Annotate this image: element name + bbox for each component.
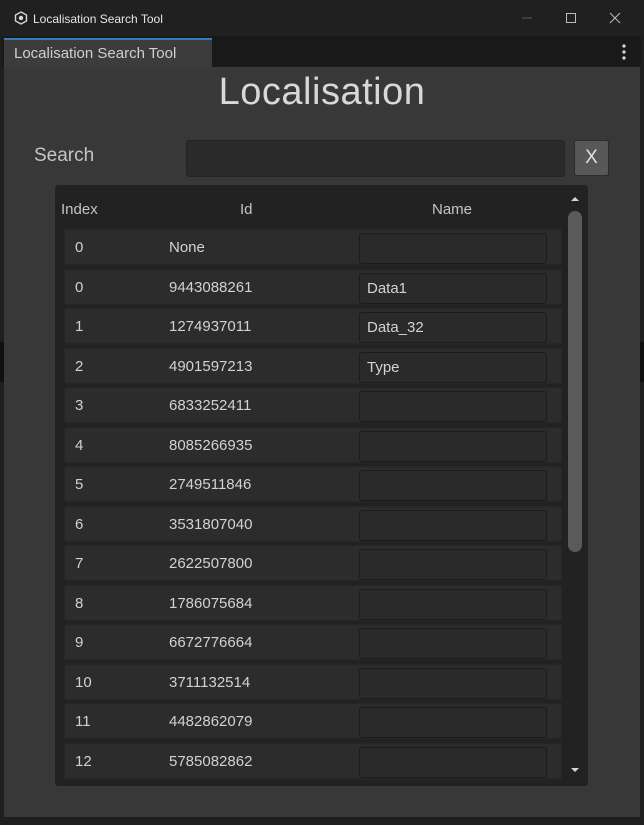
page-title: Localisation — [218, 71, 426, 113]
search-label: Search — [34, 145, 95, 166]
scrollbar-thumb[interactable] — [568, 211, 582, 552]
row-index: 9 — [75, 634, 84, 651]
name-field[interactable] — [359, 470, 547, 501]
row-id: 5785082862 — [169, 752, 253, 770]
row-id: 4482862079 — [169, 713, 253, 730]
row-id: 3531807040 — [169, 515, 253, 533]
triangle-up-icon[interactable] — [569, 195, 581, 203]
table-row: 11 4482862079 — [64, 703, 562, 739]
table-row: 3 6833252411 — [64, 387, 562, 423]
name-field[interactable] — [359, 588, 547, 620]
table-row: 10 3711132514 — [64, 663, 562, 700]
maximize-button[interactable] — [548, 4, 594, 32]
column-header-name: Name — [432, 201, 473, 218]
tab-label: Localisation Search Tool — [14, 45, 177, 62]
editor-edge-left — [0, 342, 4, 382]
search-input[interactable] — [186, 140, 565, 177]
table-row: 8 1786075684 — [64, 584, 562, 621]
row-id: 9443088261 — [169, 278, 253, 296]
maximize-icon — [566, 13, 576, 23]
editor-edge-right — [640, 342, 644, 382]
row-index: 11 — [75, 713, 91, 730]
kebab-menu-icon[interactable] — [616, 42, 632, 62]
row-index: 10 — [75, 673, 92, 691]
close-icon — [609, 12, 621, 24]
table-rows: 0 None 0 9443088261 Data1 1 1274937011 Data_32 2… — [55, 226, 565, 782]
row-index: 2 — [75, 357, 84, 375]
name-field[interactable] — [359, 667, 547, 699]
name-field[interactable] — [359, 509, 547, 541]
window-title: Localisation Search Tool — [33, 12, 163, 26]
row-index: 4 — [75, 436, 84, 454]
row-id: 1274937011 — [169, 318, 252, 335]
name-field[interactable] — [359, 707, 547, 738]
row-index: 3 — [75, 397, 84, 414]
triangle-down-icon[interactable] — [569, 766, 581, 774]
row-id: 3711132514 — [169, 673, 251, 691]
table-row: 9 6672776664 — [64, 624, 562, 660]
name-field[interactable] — [359, 549, 547, 580]
minimize-button[interactable] — [504, 4, 550, 32]
table-row: 1 1274937011 Data_32 — [64, 308, 562, 344]
row-id: 6672776664 — [169, 634, 253, 651]
table-row: 7 2622507800 — [64, 545, 562, 581]
row-id: 1786075684 — [169, 594, 253, 612]
name-field[interactable] — [359, 233, 547, 264]
name-field[interactable]: Type — [359, 351, 547, 383]
table-row: 6 3531807040 — [64, 505, 562, 542]
row-index: 0 — [75, 278, 84, 296]
clear-search-button[interactable]: X — [574, 140, 609, 176]
name-field[interactable] — [359, 430, 547, 462]
table-row: 5 2749511846 — [64, 466, 562, 502]
table-row: 0 9443088261 Data1 — [64, 268, 562, 305]
row-index: 1 — [75, 318, 84, 335]
unity-icon — [14, 11, 28, 25]
row-id: 2749511846 — [169, 476, 252, 493]
name-field[interactable] — [359, 628, 547, 659]
table-row: 4 8085266935 — [64, 426, 562, 463]
name-field[interactable]: Data1 — [359, 272, 547, 304]
minimize-icon — [522, 17, 532, 19]
row-index: 5 — [75, 476, 84, 493]
row-index: 6 — [75, 515, 84, 533]
row-index: 0 — [75, 239, 84, 256]
row-index: 7 — [75, 555, 84, 572]
row-id: None — [169, 239, 205, 256]
row-id: 4901597213 — [169, 357, 253, 375]
column-header-id: Id — [240, 201, 253, 218]
close-button[interactable] — [592, 4, 638, 32]
row-id: 6833252411 — [169, 397, 252, 414]
row-id: 2622507800 — [169, 555, 253, 572]
row-index: 12 — [75, 752, 92, 770]
row-id: 8085266935 — [169, 436, 253, 454]
name-field[interactable] — [359, 746, 547, 778]
table-row: 0 None — [64, 229, 562, 265]
column-header-index: Index — [61, 201, 98, 218]
row-index: 8 — [75, 594, 84, 612]
table-row: 2 4901597213 Type — [64, 347, 562, 384]
name-field[interactable] — [359, 391, 547, 422]
name-field[interactable]: Data_32 — [359, 312, 547, 343]
table-row: 12 5785082862 — [64, 742, 562, 779]
